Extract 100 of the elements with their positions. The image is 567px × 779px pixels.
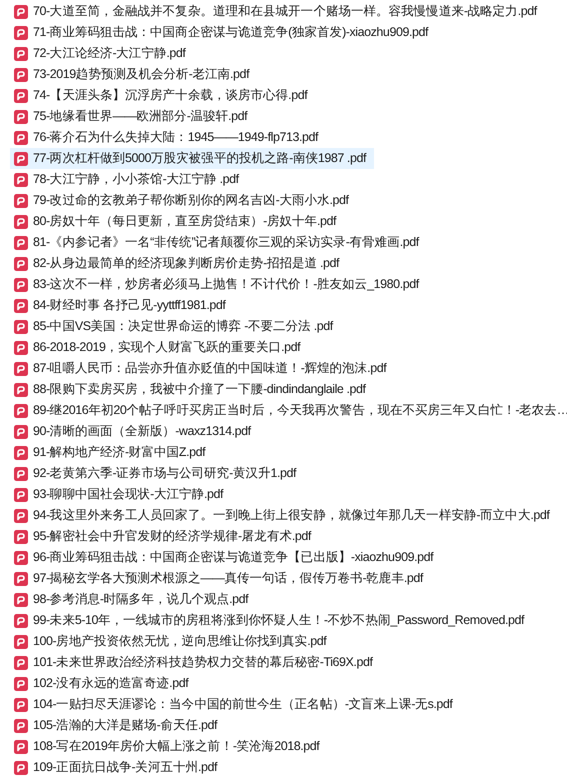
file-item[interactable]: 77-两次杠杆做到5000万股灾被强平的投机之路-南侠1987 .pdf (10, 148, 374, 169)
file-item[interactable]: 98-参考消息-时隔多年，说几个观点.pdf (10, 589, 256, 610)
pdf-file-icon (14, 26, 28, 40)
pdf-file-icon (14, 362, 28, 376)
file-item[interactable]: 92-老黄第六季-证券市场与公司研究-黄汉升1.pdf (10, 463, 304, 484)
file-item[interactable]: 102-没有永远的造富奇迹.pdf (10, 673, 196, 694)
file-name: 83-这次不一样，炒房者必须马上抛售！不计代价！-胜友如云_1980.pdf (33, 278, 419, 291)
file-name: 73-2019趋势预测及机会分析-老江南.pdf (33, 68, 250, 81)
file-item[interactable]: 70-大道至简，金融战并不复杂。道理和在县城开一个赌场一样。容我慢慢道来-战略定力.pdf (10, 1, 545, 22)
pdf-file-icon (14, 278, 28, 292)
pdf-file-icon (14, 256, 28, 270)
pdf-file-icon (14, 550, 28, 564)
file-name: 87-咀嚼人民币：品尝亦升值亦贬值的中国味道！-辉煌的泡沫.pdf (33, 362, 386, 375)
file-item[interactable]: 109-正面抗日战争-关河五十州.pdf (10, 757, 226, 778)
file-item[interactable]: 108-写在2019年房价大幅上涨之前！-笑沧海2018.pdf (10, 736, 328, 757)
pdf-file-icon (14, 592, 28, 606)
pdf-file-icon (14, 110, 28, 124)
file-name: 80-房奴十年（每日更新，直至房贷结束）-房奴十年.pdf (33, 215, 336, 228)
file-item[interactable]: 80-房奴十年（每日更新，直至房贷结束）-房奴十年.pdf (10, 211, 344, 232)
pdf-file-icon (14, 424, 28, 438)
pdf-file-icon (14, 4, 28, 18)
file-name: 71-商业筹码狙击战：中国商企密谋与诡道竞争(独家首发)-xiaozhu909.pdf (33, 26, 428, 39)
file-item[interactable]: 96-商业筹码狙击战：中国商企密谋与诡道竞争【已出版】-xiaozhu909.pdf (10, 547, 442, 568)
file-name: 70-大道至简，金融战并不复杂。道理和在县城开一个赌场一样。容我慢慢道来-战略定力.pdf (33, 5, 537, 18)
file-item[interactable]: 87-咀嚼人民币：品尝亦升值亦贬值的中国味道！-辉煌的泡沫.pdf (10, 358, 394, 379)
file-name: 105-浩瀚的大洋是赌场-俞天任.pdf (33, 719, 218, 732)
file-name: 81-《内参记者》一名“非传统”记者颠覆你三观的采访实录-有骨难画.pdf (33, 236, 419, 249)
file-item[interactable]: 83-这次不一样，炒房者必须马上抛售！不计代价！-胜友如云_1980.pdf (10, 274, 427, 295)
file-item[interactable]: 85-中国VS美国：决定世界命运的博弈 -不要二分法 .pdf (10, 316, 341, 337)
pdf-file-icon (14, 236, 28, 250)
file-name: 86-2018-2019，实现个人财富飞跃的重要关口.pdf (33, 341, 300, 354)
file-item[interactable]: 100-房地产投资依然无忧，逆向思维让你找到真实.pdf (10, 631, 334, 652)
file-name: 99-未来5-10年，一线城市的房租将涨到你怀疑人生！-不炒不热闹_Password_Removed.pdf (33, 614, 524, 627)
file-name: 84-财经时事 各抒己见-yyttff1981.pdf (33, 299, 226, 312)
file-item[interactable]: 79-改过命的玄教弟子帮你断别你的网名吉凶-大雨小水.pdf (10, 190, 357, 211)
pdf-file-icon (14, 214, 28, 228)
pdf-file-icon (14, 152, 28, 166)
file-item[interactable]: 78-大江宁静，小小茶馆-大江宁静 .pdf (10, 169, 247, 190)
file-item[interactable]: 71-商业筹码狙击战：中国商企密谋与诡道竞争(独家首发)-xiaozhu909.pdf (10, 22, 436, 43)
pdf-file-icon (14, 656, 28, 670)
pdf-file-icon (14, 194, 28, 208)
pdf-file-icon (14, 130, 28, 144)
file-name: 90-清晰的画面（全新版）-waxz1314.pdf (33, 425, 251, 438)
file-name: 85-中国VS美国：决定世界命运的博弈 -不要二分法 .pdf (33, 320, 333, 333)
file-name: 77-两次杠杆做到5000万股灾被强平的投机之路-南侠1987 .pdf (33, 152, 366, 165)
file-name: 88-限购下卖房买房，我被中介撞了一下腰-dindindanglaile .pdf (33, 383, 366, 396)
file-name: 82-从身边最简单的经济现象判断房价走势-招招是道 .pdf (33, 257, 340, 270)
file-name: 101-未来世界政治经济科技趋势权力交替的幕后秘密-Ti69X.pdf (33, 656, 372, 669)
pdf-file-icon (14, 466, 28, 480)
pdf-file-icon (14, 572, 28, 586)
file-item[interactable]: 82-从身边最简单的经济现象判断房价走势-招招是道 .pdf (10, 253, 348, 274)
file-name: 78-大江宁静，小小茶馆-大江宁静 .pdf (33, 173, 239, 186)
file-name: 98-参考消息-时隔多年，说几个观点.pdf (33, 593, 248, 606)
pdf-file-icon (14, 740, 28, 754)
file-name: 72-大江论经济-大江宁静.pdf (33, 47, 186, 60)
pdf-file-icon (14, 298, 28, 312)
file-item[interactable]: 90-清晰的画面（全新版）-waxz1314.pdf (10, 421, 259, 442)
file-name: 96-商业筹码狙击战：中国商企密谋与诡道竞争【已出版】-xiaozhu909.pdf (33, 551, 434, 564)
file-name: 92-老黄第六季-证券市场与公司研究-黄汉升1.pdf (33, 467, 296, 480)
pdf-file-icon (14, 446, 28, 460)
file-name: 95-解密社会中升官发财的经济学规律-屠龙有术.pdf (33, 530, 311, 543)
file-item[interactable]: 91-解构地产经济-财富中国Z.pdf (10, 442, 214, 463)
file-name: 104-一贴扫尽天涯谬论：当今中国的前世今生（正名帖）-文盲来上课-无s.pdf (33, 698, 452, 711)
file-item[interactable]: 99-未来5-10年，一线城市的房租将涨到你怀疑人生！-不炒不热闹_Password_Removed.pdf (10, 610, 532, 631)
file-item[interactable]: 76-蒋介石为什么失掉大陆：1945——1949-flp713.pdf (10, 127, 326, 148)
pdf-file-icon (14, 404, 28, 418)
file-item[interactable]: 81-《内参记者》一名“非传统”记者颠覆你三观的采访实录-有骨难画.pdf (10, 232, 427, 253)
file-item[interactable]: 95-解密社会中升官发财的经济学规律-屠龙有术.pdf (10, 526, 319, 547)
file-name: 89-继2016年初20个帖子呼吁买房正当时后，今天我再次警告，现在不买房三年又白忙！-老农去… (33, 404, 567, 417)
file-name: 97-揭秘玄学各大预测术根源之——真传一句话，假传万卷书-乾鹿丰.pdf (33, 572, 423, 585)
file-item[interactable]: 88-限购下卖房买房，我被中介撞了一下腰-dindindanglaile .pdf (10, 379, 374, 400)
pdf-file-icon (14, 698, 28, 712)
file-name: 74-【天涯头条】沉浮房产十余载，谈房市心得.pdf (33, 89, 308, 102)
file-item[interactable]: 93-聊聊中国社会现状-大江宁静.pdf (10, 484, 232, 505)
file-item[interactable]: 73-2019趋势预测及机会分析-老江南.pdf (10, 64, 258, 85)
file-item[interactable]: 86-2018-2019，实现个人财富飞跃的重要关口.pdf (10, 337, 308, 358)
file-item[interactable]: 74-【天涯头条】沉浮房产十余载，谈房市心得.pdf (10, 85, 316, 106)
file-name: 109-正面抗日战争-关河五十州.pdf (33, 761, 218, 774)
pdf-file-icon (14, 718, 28, 732)
file-item[interactable]: 94-我这里外来务工人员回家了。一到晚上街上很安静，就像过年那几天一样安静-而立中大.pdf (10, 505, 558, 526)
pdf-file-icon (14, 320, 28, 334)
pdf-file-icon (14, 68, 28, 82)
pdf-file-icon (14, 46, 28, 60)
file-item[interactable]: 101-未来世界政治经济科技趋势权力交替的幕后秘密-Ti69X.pdf (10, 652, 380, 673)
pdf-file-icon (14, 614, 28, 628)
file-name: 94-我这里外来务工人员回家了。一到晚上街上很安静，就像过年那几天一样安静-而立中大.pdf (33, 509, 550, 522)
file-item[interactable]: 104-一贴扫尽天涯谬论：当今中国的前世今生（正名帖）-文盲来上课-无s.pdf (10, 694, 460, 715)
pdf-file-icon (14, 488, 28, 502)
file-item[interactable]: 105-浩瀚的大洋是赌场-俞天任.pdf (10, 715, 226, 736)
pdf-file-icon (14, 382, 28, 396)
file-item[interactable]: 72-大江论经济-大江宁静.pdf (10, 43, 194, 64)
pdf-file-icon (14, 340, 28, 354)
file-name: 93-聊聊中国社会现状-大江宁静.pdf (33, 488, 224, 501)
pdf-file-icon (14, 88, 28, 102)
file-item[interactable]: 75-地缘看世界——欧洲部分-温骏轩.pdf (10, 106, 256, 127)
file-item[interactable]: 97-揭秘玄学各大预测术根源之——真传一句话，假传万卷书-乾鹿丰.pdf (10, 568, 431, 589)
pdf-file-icon (14, 676, 28, 690)
file-name: 79-改过命的玄教弟子帮你断别你的网名吉凶-大雨小水.pdf (33, 194, 349, 207)
file-item[interactable]: 84-财经时事 各抒己见-yyttff1981.pdf (10, 295, 234, 316)
file-item[interactable]: 89-继2016年初20个帖子呼吁买房正当时后，今天我再次警告，现在不买房三年又白忙！-老农去… (10, 400, 567, 421)
